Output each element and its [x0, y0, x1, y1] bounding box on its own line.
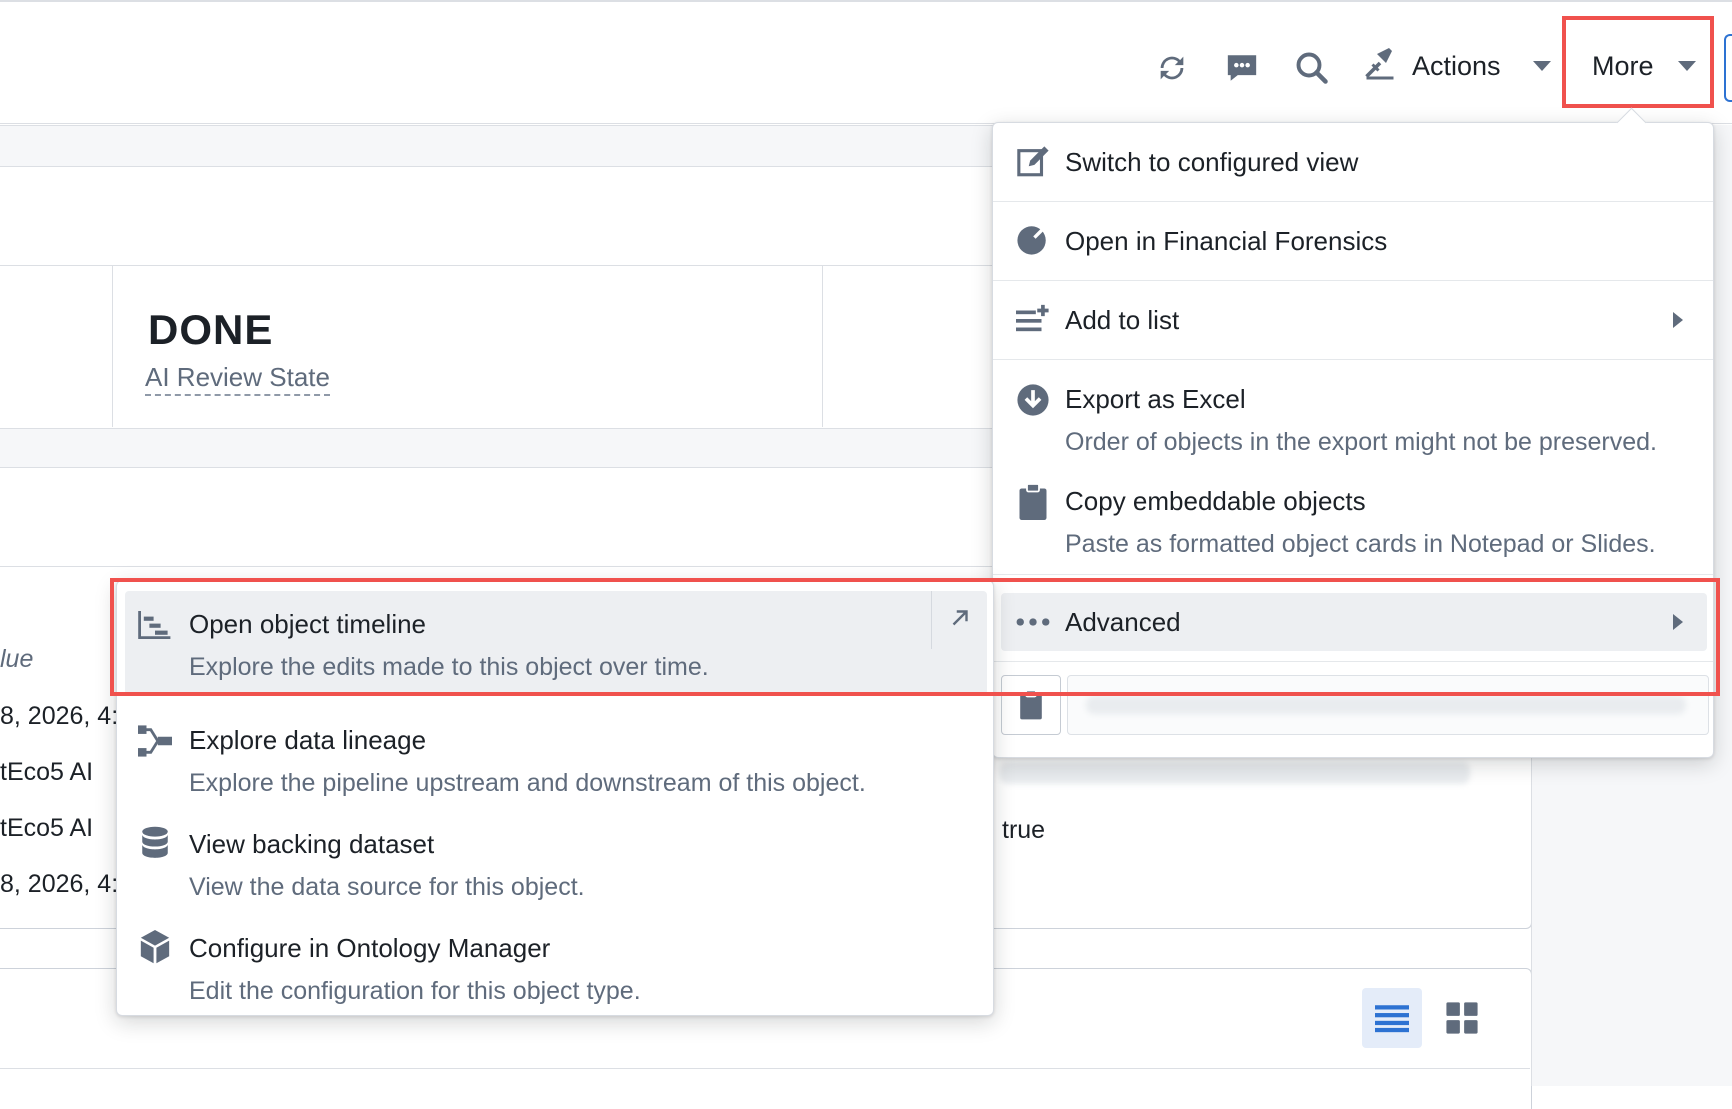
- clipboard-icon: [1015, 484, 1051, 520]
- section-band: [0, 428, 1000, 468]
- divider: [822, 265, 823, 427]
- true-value: true: [1002, 816, 1046, 844]
- switch-view-item[interactable]: Switch to configured view: [993, 123, 1713, 201]
- view-dataset-item[interactable]: View backing dataset View the data sourc…: [117, 809, 993, 913]
- separator: [993, 574, 1713, 575]
- refresh-icon[interactable]: [1150, 46, 1194, 90]
- divider: [0, 265, 1000, 266]
- grid-view-button[interactable]: [1432, 988, 1492, 1048]
- table-row: 8, 2026, 4:: [0, 702, 119, 730]
- grid-icon: [1446, 1002, 1478, 1034]
- add-to-list-icon: [1015, 301, 1051, 337]
- comment-icon[interactable]: [1220, 46, 1264, 90]
- configure-ontology-item[interactable]: Configure in Ontology Manager Edit the c…: [117, 913, 993, 1017]
- partial-button[interactable]: [1724, 34, 1732, 102]
- lineage-icon: [137, 723, 173, 759]
- status-value: DONE: [148, 306, 274, 353]
- export-excel-item[interactable]: Export as Excel Order of objects in the …: [993, 360, 1713, 464]
- table-row: tEco5 AI: [0, 814, 94, 842]
- download-icon: [1015, 382, 1051, 418]
- table-row: tEco5 AI: [0, 758, 94, 786]
- more-highlight: [1562, 16, 1714, 108]
- actions-icon: [1362, 45, 1398, 88]
- blurred-content: [1000, 762, 1470, 784]
- open-financial-forensics-item[interactable]: Open in Financial Forensics: [993, 202, 1713, 280]
- chevron-down-icon: [1532, 61, 1551, 71]
- timeline-highlight: [110, 578, 1720, 696]
- copy-embeddable-item[interactable]: Copy embeddable objects Paste as formatt…: [993, 464, 1713, 574]
- blurred-content: [1086, 696, 1686, 714]
- chevron-right-icon: [1673, 312, 1683, 328]
- chart-icon: [1015, 221, 1051, 257]
- top-toolbar: Actions More: [0, 0, 1732, 124]
- column-header: lue: [0, 645, 34, 673]
- add-to-list-item[interactable]: Add to list: [993, 281, 1713, 359]
- edit-icon: [1015, 144, 1051, 180]
- list-view-button[interactable]: [1362, 988, 1422, 1048]
- search-icon[interactable]: [1290, 46, 1334, 90]
- cube-icon: [137, 929, 173, 965]
- table-row: 8, 2026, 4:: [0, 870, 119, 898]
- divider: [112, 265, 113, 427]
- actions-button[interactable]: Actions: [1362, 40, 1551, 92]
- status-label[interactable]: AI Review State: [145, 362, 330, 396]
- database-icon: [137, 825, 173, 861]
- divider: [0, 566, 1000, 567]
- list-icon: [1375, 1005, 1409, 1033]
- divider: [0, 1068, 1530, 1069]
- explore-lineage-item[interactable]: Explore data lineage Explore the pipelin…: [117, 705, 993, 809]
- actions-label: Actions: [1412, 50, 1501, 81]
